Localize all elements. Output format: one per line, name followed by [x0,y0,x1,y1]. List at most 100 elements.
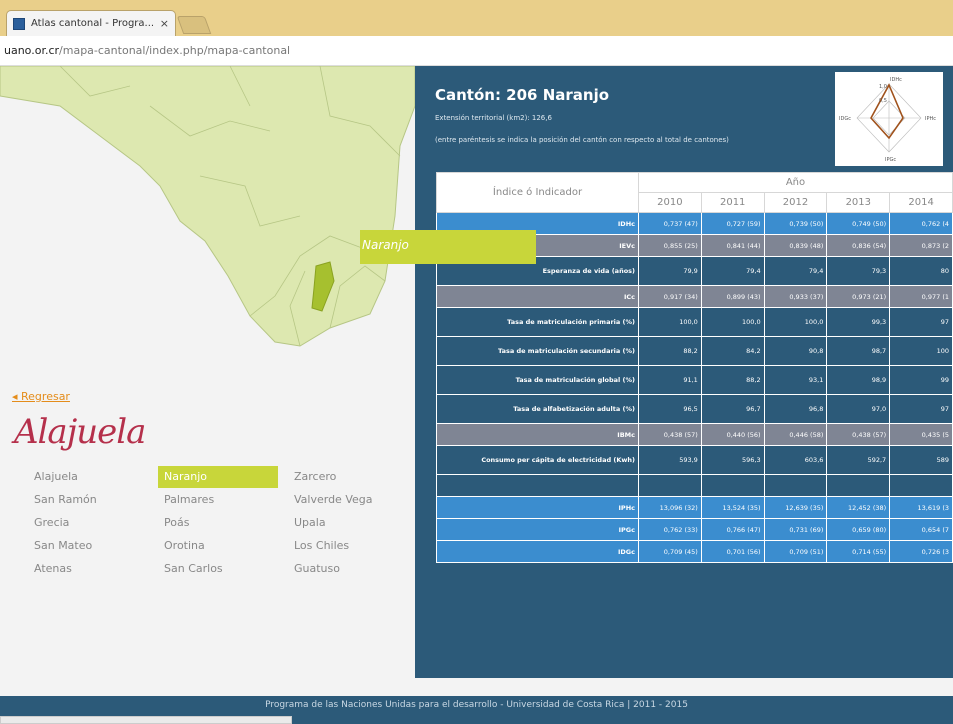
radar-label-idh: IDHc [890,77,902,83]
canton-link[interactable]: San Carlos [158,558,278,580]
table-row: IPHc 13,096 (32) 13,524 (35) 12,639 (35) 12,… [436,496,953,519]
address-bar[interactable]: uano.or.cr /mapa-cantonal/index.php/mapa… [0,36,953,66]
canton-link[interactable]: Atenas [28,558,148,580]
radar-label-iph: IPHc [925,116,936,122]
value-cell: 0,977 (1 [889,285,953,308]
canton-area: Extensión territorial (km2): 126,6 [435,114,552,122]
value-cell: 0,726 (3 [889,540,953,563]
address-domain: uano.or.cr [4,44,60,57]
value-cell: 0,659 (80) [826,518,891,541]
value-cell: 0,701 (56) [700,540,765,563]
value-cell: 84,2 [700,336,765,366]
value-cell [700,474,765,497]
table-row [436,474,953,497]
value-cell [763,474,828,497]
canton-link[interactable]: Poás [158,512,278,534]
table-row: ICc 0,917 (34) 0,899 (43) 0,933 (37) 0,973 (… [436,285,953,308]
value-cell [638,474,702,497]
value-cell: 0,873 (2 [889,234,953,257]
value-cell: 0,749 (50) [826,212,891,235]
indicator-label: ICc [436,285,639,308]
value-cell: 0,731 (69) [763,518,828,541]
value-cell: 0,917 (34) [638,285,702,308]
value-cell: 0,446 (58) [763,423,828,446]
address-path: /mapa-cantonal/index.php/mapa-cantonal [59,44,291,57]
close-icon[interactable]: × [160,17,169,30]
browser-tab[interactable]: Atlas cantonal - Progra... × [6,10,176,36]
canton-link[interactable]: Valverde Vega [288,489,408,511]
indicator-label: IDGc [436,540,639,563]
value-cell: 79,4 [763,256,828,286]
value-cell: 0,709 (51) [763,540,828,563]
value-cell: 0,737 (47) [638,212,702,235]
value-cell: 0,766 (47) [700,518,765,541]
value-cell: 93,1 [763,365,828,395]
value-cell: 96,7 [700,394,765,424]
value-cell: 0,836 (54) [826,234,891,257]
indicator-label: IBMc [436,423,639,446]
value-cell: 12,639 (35) [763,496,828,519]
back-link[interactable]: ◂ Regresar [12,390,70,403]
canton-link[interactable]: Naranjo [158,466,278,488]
value-cell: 0,438 (57) [826,423,891,446]
canton-link[interactable]: Grecia [28,512,148,534]
radar-shape [870,83,904,140]
table-row: Tasa de alfabetización adulta (%) 96,5 96,… [436,394,953,424]
value-cell: 0,714 (55) [826,540,891,563]
value-cell [826,474,891,497]
value-cell: 100,0 [638,307,702,337]
table-row: IBMc 0,438 (57) 0,440 (56) 0,446 (58) 0,438 … [436,423,953,446]
value-cell: 0,855 (25) [638,234,702,257]
value-cell: 603,6 [763,445,828,475]
value-cell: 0,899 (43) [700,285,765,308]
radar-grid [856,83,922,153]
canton-link[interactable]: Orotina [158,535,278,557]
value-cell: 79,3 [826,256,891,286]
value-cell: 100,0 [763,307,828,337]
canton-link[interactable]: Los Chiles [288,535,408,557]
canton-link[interactable]: San Ramón [28,489,148,511]
indicator-label [436,474,639,497]
value-cell: 593,9 [638,445,702,475]
canton-link[interactable]: San Mateo [28,535,148,557]
value-cell: 97 [889,394,953,424]
table-row: Consumo per cápita de electricidad (Kwh)… [436,445,953,475]
value-cell: 88,2 [638,336,702,366]
value-cell: 97,0 [826,394,891,424]
value-cell: 99 [889,365,953,395]
value-cell: 0,933 (37) [763,285,828,308]
canton-link[interactable]: Upala [288,512,408,534]
province-map[interactable] [0,66,415,396]
value-cell: 0,435 (5 [889,423,953,446]
canton-link[interactable]: Guatuso [288,558,408,580]
canton-title: Cantón: 206 Naranjo [435,86,610,104]
value-cell: 100,0 [700,307,765,337]
value-cell: 97 [889,307,953,337]
radar-label-05: 0,5 [879,98,887,104]
canton-link[interactable]: Zarcero [288,466,408,488]
indicator-header: Índice ó Indicador [436,172,639,213]
year-cell: 2014 [889,192,953,213]
year-header: Año [638,172,953,193]
value-cell: 0,709 (45) [638,540,702,563]
value-cell: 98,7 [826,336,891,366]
table-row: Tasa de matriculación global (%) 91,1 88,2… [436,365,953,395]
browser-tabstrip: Atlas cantonal - Progra... × [0,0,953,36]
value-cell: 596,3 [700,445,765,475]
left-pane: Naranjo ◂ Regresar Alajuela Alajuela Nara… [0,66,536,678]
canton-link[interactable]: Alajuela [28,466,148,488]
value-cell: 0,839 (48) [763,234,828,257]
value-cell: 12,452 (38) [826,496,891,519]
year-cell: 2011 [700,192,765,213]
table-row: IPGc 0,762 (33) 0,766 (47) 0,731 (69) 0,659 … [436,518,953,541]
detail-panel: Cantón: 206 Naranjo Extensión territoria… [415,66,953,678]
table-row: IDGc 0,709 (45) 0,701 (56) 0,709 (51) 0,714 … [436,540,953,563]
value-cell: 96,5 [638,394,702,424]
status-bar [0,716,292,724]
value-cell: 0,973 (21) [826,285,891,308]
value-cell: 96,8 [763,394,828,424]
canton-link[interactable]: Palmares [158,489,278,511]
value-cell: 80 [889,256,953,286]
value-cell [889,474,953,497]
new-tab-button[interactable] [176,16,212,34]
